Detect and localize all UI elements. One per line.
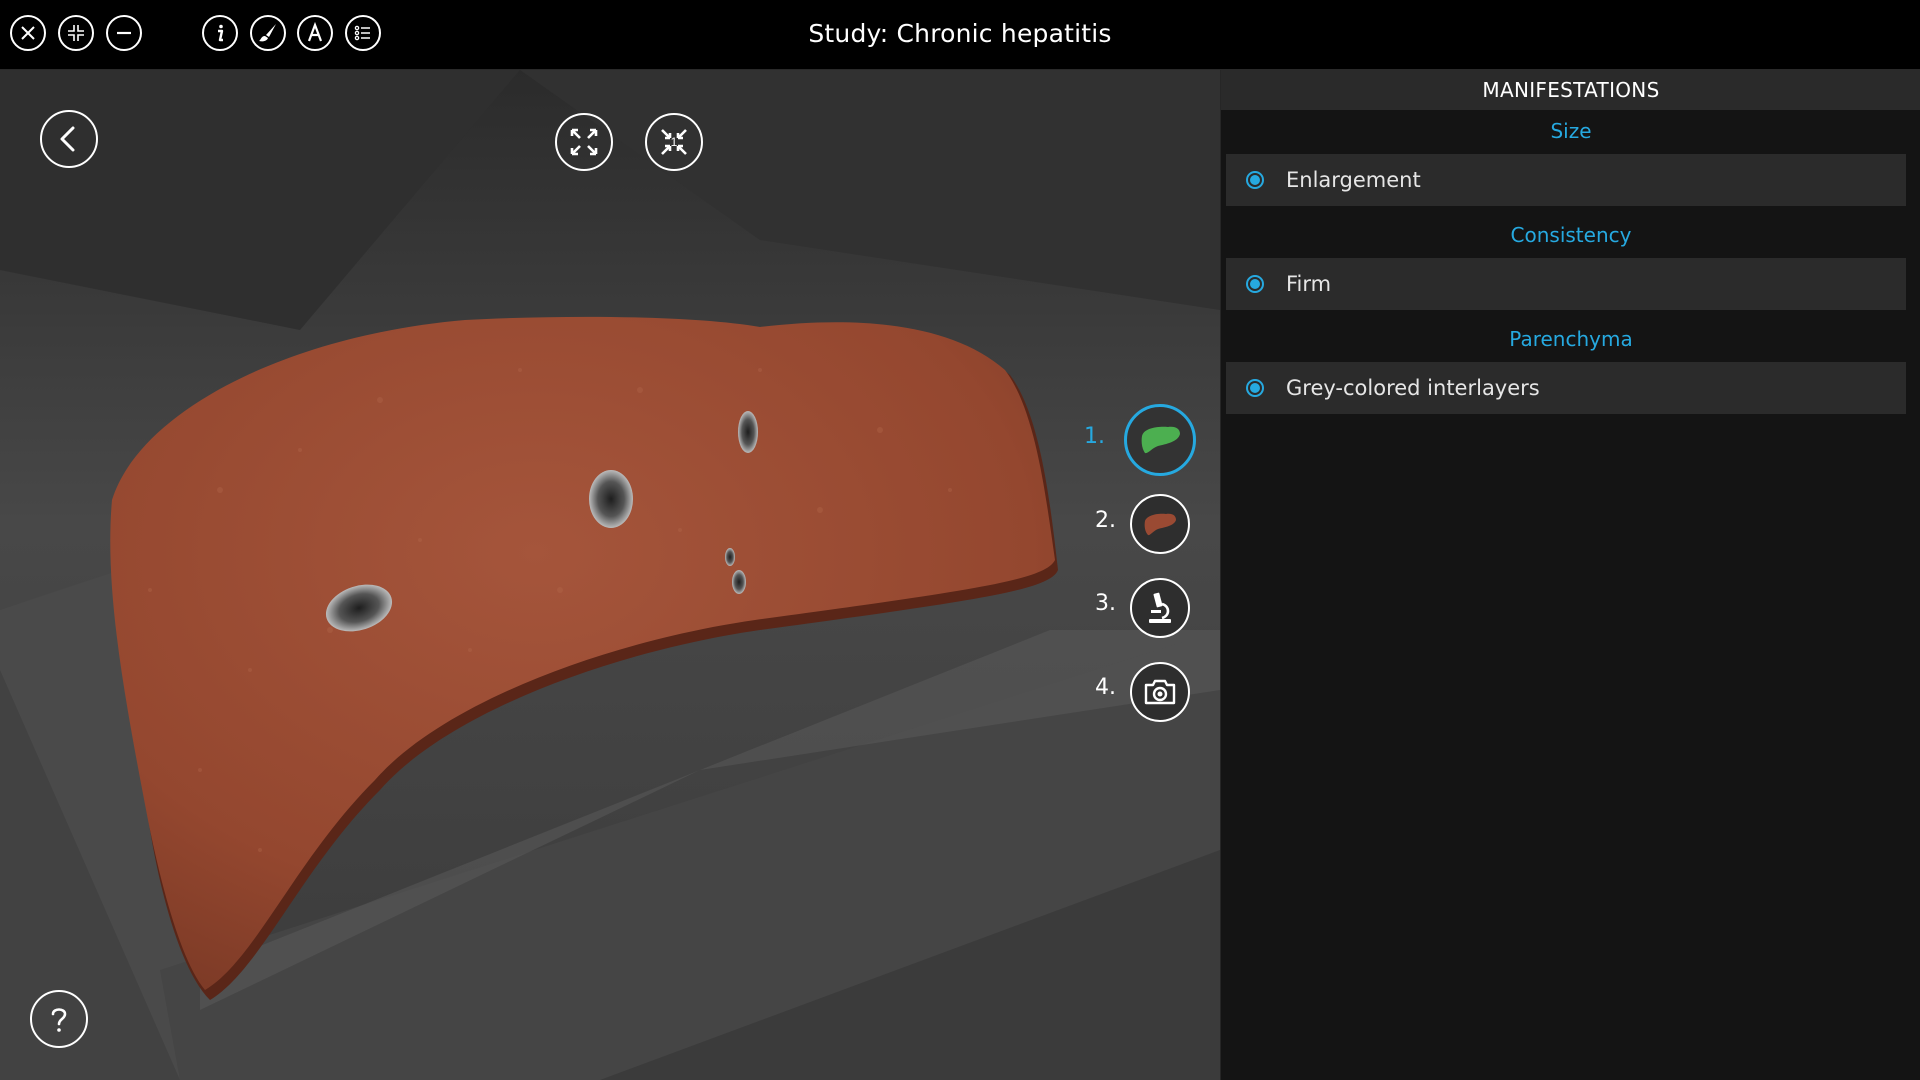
step-1-button[interactable]: [1124, 404, 1196, 476]
camera-icon: [1144, 679, 1176, 705]
manifestation-item-firm[interactable]: Firm: [1226, 258, 1906, 310]
microscope-icon: [1149, 592, 1171, 623]
title-bar: Study: Chronic hepatitis: [0, 0, 1920, 70]
app-title: Study: Chronic hepatitis: [808, 19, 1112, 48]
help-button[interactable]: [30, 990, 88, 1048]
step-3-button[interactable]: [1130, 578, 1190, 638]
section-title-consistency: Consistency: [1510, 223, 1632, 247]
liver-green-icon: [1141, 426, 1180, 454]
fit-view-button[interactable]: [555, 113, 613, 171]
radio-dot-icon: [1250, 175, 1260, 185]
step-1-label: 1.: [1084, 424, 1105, 449]
model-viewport[interactable]: 1 1. 2. 3. 4.: [0, 70, 1220, 1080]
focus-view-icon: 1: [661, 129, 687, 155]
fit-view-icon: [570, 128, 598, 156]
step-3-label: 3.: [1095, 591, 1116, 616]
radio-selected[interactable]: [1246, 275, 1264, 293]
back-icon: [60, 126, 75, 152]
item-label: Grey-colored interlayers: [1286, 376, 1540, 400]
step-2-label: 2.: [1095, 508, 1116, 533]
manifestation-item-enlargement[interactable]: Enlargement: [1226, 154, 1906, 206]
back-button[interactable]: [40, 110, 98, 168]
manifestation-item-grey-interlayers[interactable]: Grey-colored interlayers: [1226, 362, 1906, 414]
step-4-label: 4.: [1095, 675, 1116, 700]
section-title-parenchyma: Parenchyma: [1509, 327, 1633, 351]
radio-dot-icon: [1250, 383, 1260, 393]
radio-selected[interactable]: [1246, 171, 1264, 189]
focus-view-button[interactable]: 1: [645, 113, 703, 171]
focus-badge: 1: [671, 135, 678, 149]
liver-3d-scene[interactable]: [0, 70, 1220, 1080]
item-label: Firm: [1286, 272, 1332, 296]
radio-selected[interactable]: [1246, 379, 1264, 397]
liver-brown-icon: [1144, 513, 1176, 536]
step-4-button[interactable]: [1130, 662, 1190, 722]
help-icon: [51, 1008, 67, 1032]
step-2-button[interactable]: [1130, 494, 1190, 554]
section-title-size: Size: [1550, 119, 1592, 143]
item-label: Enlargement: [1286, 168, 1421, 192]
manifestations-panel: MANIFESTATIONS Size Enlargement Consiste…: [1220, 70, 1920, 1080]
radio-dot-icon: [1250, 279, 1260, 289]
panel-header: MANIFESTATIONS: [1221, 70, 1920, 110]
